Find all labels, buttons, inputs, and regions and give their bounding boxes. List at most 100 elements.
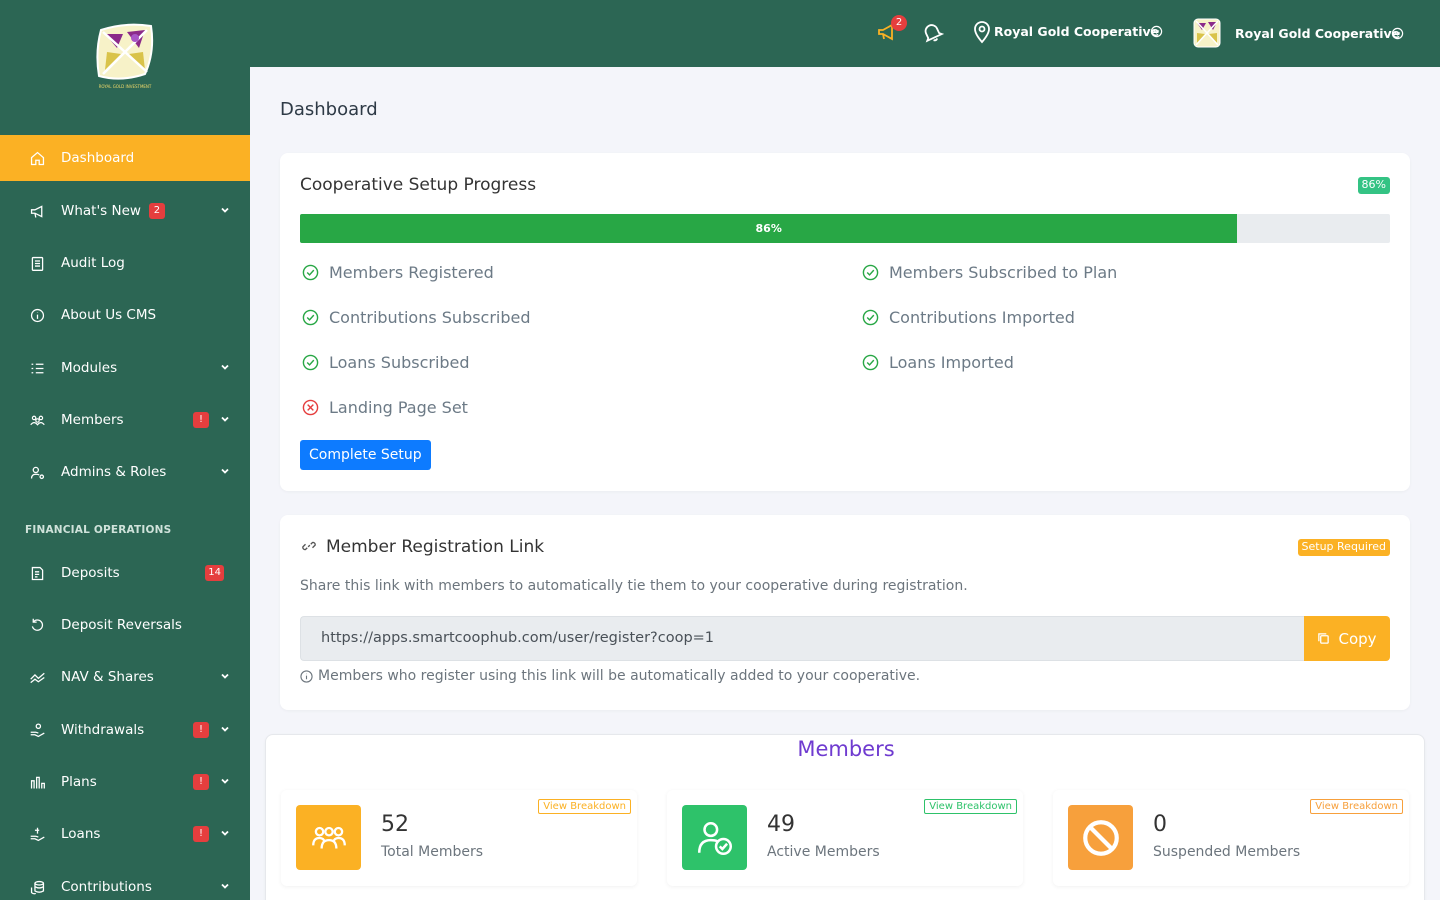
sidebar-item-modules[interactable]: Modules	[0, 345, 250, 391]
sidebar-item-contributions[interactable]: Contributions	[0, 864, 250, 900]
members-section: Members 52 Total Members View Breakdown …	[265, 734, 1425, 900]
copy-icon	[1318, 633, 1330, 644]
sidebar-item-whats-new[interactable]: What's New 2	[0, 188, 250, 234]
sidebar-item-label: Loans	[61, 826, 101, 842]
checklist-label: Contributions Imported	[889, 308, 1075, 327]
checklist-item-loans-imported: Loans Imported	[862, 353, 1014, 372]
stat-card-suspended-members[interactable]: 0 Suspended Members View Breakdown	[1053, 790, 1409, 886]
receipt-icon	[28, 564, 46, 582]
view-breakdown-link[interactable]: View Breakdown	[538, 799, 631, 814]
checklist-label: Landing Page Set	[329, 398, 468, 417]
chevron-down-circle-icon[interactable]	[1150, 25, 1163, 38]
sidebar-item-label: Plans	[61, 774, 97, 790]
sidebar-item-label: What's New	[61, 203, 141, 219]
stat-value: 0	[1153, 812, 1167, 837]
info-icon	[28, 306, 46, 324]
check-circle-icon	[862, 309, 879, 326]
progress-percent-badge: 86%	[1357, 177, 1390, 194]
check-circle-icon	[302, 309, 319, 326]
logo-area: ROYAL GOLD INVESTMENT	[0, 0, 250, 135]
check-circle-icon	[302, 354, 319, 371]
chevron-down-circle-icon[interactable]	[1391, 27, 1404, 40]
setup-required-badge: Setup Required	[1297, 539, 1390, 556]
stat-label: Active Members	[767, 844, 880, 860]
stat-card-total-members[interactable]: 52 Total Members View Breakdown	[281, 790, 637, 886]
alert-badge: !	[193, 774, 209, 790]
sidebar-section-financial-operations: FINANCIAL OPERATIONS	[25, 524, 172, 536]
registration-link-card: Member Registration Link Setup Required …	[280, 515, 1410, 710]
view-breakdown-link[interactable]: View Breakdown	[924, 799, 1017, 814]
registration-link-description: Share this link with members to automati…	[300, 578, 968, 594]
users-group-icon	[296, 805, 361, 870]
sidebar-item-withdrawals[interactable]: Withdrawals !	[0, 707, 250, 753]
cooperative-logo[interactable]: ROYAL GOLD INVESTMENT	[93, 22, 157, 90]
hand-money-icon	[28, 825, 46, 843]
sidebar-item-deposits[interactable]: Deposits 14	[0, 550, 250, 596]
chevron-down-icon	[221, 364, 229, 370]
checklist-item-members-subscribed-to-plan: Members Subscribed to Plan	[862, 263, 1117, 282]
bell-icon[interactable]	[920, 20, 944, 44]
sidebar-item-nav-shares[interactable]: NAV & Shares	[0, 654, 250, 700]
link-icon	[302, 541, 316, 551]
x-circle-icon	[302, 399, 319, 416]
registration-link-input[interactable]: https://apps.smartcoophub.com/user/regis…	[300, 616, 1305, 661]
checklist-item-landing-page-set: Landing Page Set	[302, 398, 468, 417]
alert-badge: !	[193, 722, 209, 738]
undo-icon	[28, 616, 46, 634]
sidebar-item-about-us-cms[interactable]: About Us CMS	[0, 292, 250, 338]
list-icon	[28, 359, 46, 377]
sidebar-item-label: Admins & Roles	[61, 464, 167, 480]
sidebar-item-label: Members	[61, 412, 124, 428]
users-group-icon	[28, 411, 46, 429]
coins-icon	[28, 878, 46, 896]
setup-progress-card: Cooperative Setup Progress 86% 86% Membe…	[280, 153, 1410, 491]
bar-chart-icon	[28, 773, 46, 791]
stat-card-active-members[interactable]: 49 Active Members View Breakdown	[667, 790, 1023, 886]
copy-button-label: Copy	[1338, 629, 1377, 648]
checklist-label: Loans Imported	[889, 353, 1014, 372]
checklist-label: Members Subscribed to Plan	[889, 263, 1118, 282]
stat-value: 52	[381, 812, 409, 837]
checklist-item-members-registered: Members Registered	[302, 263, 494, 282]
members-section-title: Members	[797, 737, 895, 761]
avatar[interactable]	[1193, 18, 1221, 48]
setup-progress-title: Cooperative Setup Progress	[300, 175, 537, 195]
sidebar-item-members[interactable]: Members !	[0, 397, 250, 443]
stat-value: 49	[767, 812, 795, 837]
sidebar-item-loans[interactable]: Loans !	[0, 811, 250, 857]
ban-icon	[1068, 805, 1133, 870]
view-breakdown-link[interactable]: View Breakdown	[1310, 799, 1403, 814]
megaphone-icon	[28, 202, 46, 220]
profile-menu[interactable]: Royal Gold Cooperative	[1235, 26, 1400, 41]
logo-caption: ROYAL GOLD INVESTMENT	[98, 84, 152, 89]
user-check-icon	[682, 805, 747, 870]
alert-badge: !	[193, 826, 209, 842]
sidebar-item-label: Withdrawals	[61, 722, 145, 738]
info-icon	[300, 669, 313, 683]
checklist-label: Loans Subscribed	[329, 353, 470, 372]
sidebar-item-deposit-reversals[interactable]: Deposit Reversals	[0, 602, 250, 648]
sidebar-item-plans[interactable]: Plans !	[0, 759, 250, 805]
chevron-down-icon	[221, 726, 229, 732]
count-badge: 14	[205, 565, 224, 581]
setup-progress-fill: 86%	[300, 214, 1238, 243]
alert-badge: !	[193, 412, 209, 428]
copy-link-button[interactable]: Copy	[1304, 616, 1390, 661]
location-pin-icon	[974, 21, 990, 44]
chevron-down-icon	[221, 883, 229, 889]
sidebar-item-dashboard[interactable]: Dashboard	[0, 135, 250, 181]
user-settings-icon	[28, 463, 46, 481]
page-title: Dashboard	[280, 99, 378, 120]
sidebar-item-label: NAV & Shares	[61, 669, 154, 685]
location-selector[interactable]: Royal Gold Cooperative	[994, 24, 1159, 39]
registration-link-title: Member Registration Link	[326, 537, 545, 557]
announcements-badge: 2	[891, 15, 907, 31]
sidebar-item-label: Contributions	[61, 879, 152, 895]
sidebar-item-admins-roles[interactable]: Admins & Roles	[0, 449, 250, 495]
sidebar-item-label: Modules	[61, 360, 118, 376]
chevron-down-icon	[221, 778, 229, 784]
sidebar-item-audit-log[interactable]: Audit Log	[0, 240, 250, 286]
checklist-item-contributions-imported: Contributions Imported	[862, 308, 1075, 327]
checklist-item-contributions-subscribed: Contributions Subscribed	[302, 308, 531, 327]
complete-setup-button[interactable]: Complete Setup	[300, 440, 431, 470]
